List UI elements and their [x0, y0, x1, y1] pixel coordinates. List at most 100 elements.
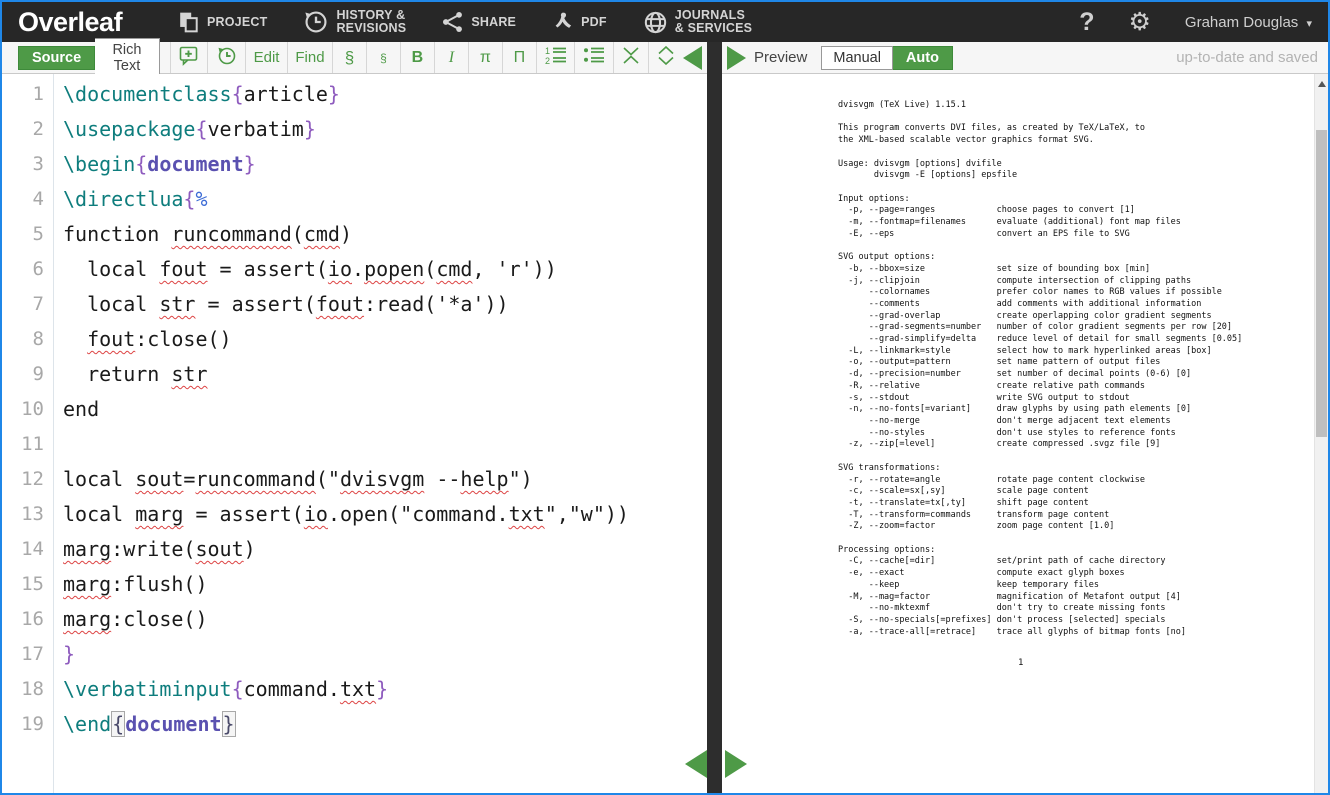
nav-history-revisions[interactable]: HISTORY & REVISIONS: [303, 9, 406, 35]
line-number: 6: [2, 252, 44, 287]
code-line[interactable]: }: [63, 637, 707, 672]
compile-status: up-to-date and saved: [1176, 49, 1328, 66]
section-label: §: [345, 48, 354, 68]
code-line[interactable]: \end{document}: [63, 707, 707, 742]
line-number: 7: [2, 287, 44, 322]
code-line[interactable]: marg:write(sout): [63, 532, 707, 567]
code-line[interactable]: return str: [63, 357, 707, 392]
numbered-list-icon: 1 2: [545, 46, 567, 69]
rich-text-button[interactable]: Rich Text: [95, 38, 160, 78]
editor-pane: Source Rich Text: [2, 42, 707, 793]
code-line[interactable]: \verbatiminput{command.txt}: [63, 672, 707, 707]
line-number: 15: [2, 567, 44, 602]
pdf-scrollbar[interactable]: [1314, 74, 1328, 793]
collapse-editor-icon[interactable]: [683, 46, 702, 70]
bold-label: B: [412, 49, 424, 67]
bullet-list-button[interactable]: [574, 42, 613, 73]
scrollbar-up-icon[interactable]: [1318, 81, 1326, 87]
italic-button[interactable]: I: [434, 42, 468, 73]
pane-divider[interactable]: [707, 42, 722, 793]
code-line[interactable]: marg:flush(): [63, 567, 707, 602]
track-changes-button[interactable]: [207, 42, 245, 73]
chevron-down-icon: ▾: [1306, 18, 1312, 30]
pdf-page-number: 1: [1018, 658, 1023, 668]
expand-icon: [657, 46, 675, 69]
find-button[interactable]: Find: [287, 42, 332, 73]
display-math-button[interactable]: Π: [502, 42, 536, 73]
code-line[interactable]: \usepackage{verbatim}: [63, 112, 707, 147]
pdf-viewer[interactable]: dvisvgm (TeX Live) 1.15.1 This program c…: [722, 74, 1328, 793]
line-number: 14: [2, 532, 44, 567]
display-math-label: Π: [514, 49, 526, 67]
code-line[interactable]: local str = assert(fout:read('*a')): [63, 287, 707, 322]
inline-math-button[interactable]: π: [468, 42, 502, 73]
code-line[interactable]: marg:close(): [63, 602, 707, 637]
overleaf-logo[interactable]: Overleaf: [18, 7, 136, 38]
nav-pdf-label: PDF: [581, 16, 607, 29]
auto-button[interactable]: Auto: [893, 46, 953, 70]
nav-history-label: HISTORY & REVISIONS: [336, 9, 406, 35]
line-number: 8: [2, 322, 44, 357]
collapse-editor-bottom-icon[interactable]: [685, 750, 707, 778]
code-line[interactable]: end: [63, 392, 707, 427]
fold-all-button[interactable]: [613, 42, 648, 73]
code-line[interactable]: local fout = assert(io.popen(cmd, 'r')): [63, 252, 707, 287]
line-number: 12: [2, 462, 44, 497]
code-line[interactable]: \documentclass{article}: [63, 77, 707, 112]
help-icon[interactable]: ?: [1079, 8, 1094, 37]
main-split: Source Rich Text: [2, 42, 1328, 793]
bullet-list-icon: [583, 46, 605, 69]
code-line[interactable]: local sout=runcommand("dvisvgm --help"): [63, 462, 707, 497]
code-line[interactable]: \begin{document}: [63, 147, 707, 182]
numbered-list-button[interactable]: 1 2: [536, 42, 575, 73]
comment-plus-icon: [179, 46, 200, 70]
nav-share-label: SHARE: [471, 16, 516, 29]
line-number: 11: [2, 427, 44, 462]
editor-toolbar: Source Rich Text: [2, 42, 707, 74]
project-icon: [178, 11, 200, 33]
nav-share[interactable]: SHARE: [442, 11, 516, 33]
expand-preview-icon[interactable]: [727, 46, 746, 70]
section-button[interactable]: §: [332, 42, 366, 73]
line-number: 1: [2, 77, 44, 112]
code-line[interactable]: fout:close(): [63, 322, 707, 357]
bold-button[interactable]: B: [400, 42, 434, 73]
code-line[interactable]: \directlua{%: [63, 182, 707, 217]
preview-toolbar-left: Preview Manual Auto: [722, 42, 953, 73]
line-number: 4: [2, 182, 44, 217]
share-icon: [442, 11, 464, 33]
nav-pdf[interactable]: PDF: [552, 11, 607, 33]
line-number: 10: [2, 392, 44, 427]
gutter: 12345678910111213141516171819: [2, 74, 54, 793]
history-icon: [303, 9, 329, 35]
code-editor[interactable]: 12345678910111213141516171819 \documentc…: [2, 74, 707, 793]
expand-preview-bottom-icon[interactable]: [725, 750, 747, 778]
top-navbar: Overleaf PROJECT: [2, 2, 1328, 42]
edit-label: Edit: [254, 49, 280, 66]
nav-project[interactable]: PROJECT: [178, 11, 267, 33]
line-number: 13: [2, 497, 44, 532]
nav-journals-services[interactable]: JOURNALS & SERVICES: [643, 9, 753, 35]
code-lines[interactable]: \documentclass{article}\usepackage{verba…: [54, 74, 707, 793]
user-name: Graham Douglas: [1185, 14, 1298, 31]
scrollbar-thumb[interactable]: [1316, 130, 1327, 437]
user-menu[interactable]: Graham Douglas ▾: [1185, 14, 1312, 31]
manual-button[interactable]: Manual: [821, 46, 893, 70]
source-button[interactable]: Source: [18, 46, 95, 70]
code-line[interactable]: local marg = assert(io.open("command.txt…: [63, 497, 707, 532]
mode-toggle: Source Rich Text: [18, 45, 160, 70]
pdf-icon: [552, 11, 574, 33]
gear-icon[interactable]: ⚙: [1128, 10, 1150, 35]
line-number: 5: [2, 217, 44, 252]
unfold-all-button[interactable]: [648, 42, 683, 73]
svg-text:2: 2: [545, 56, 550, 65]
code-line[interactable]: [63, 427, 707, 462]
globe-icon: [643, 10, 668, 35]
line-number: 3: [2, 147, 44, 182]
pdf-text: dvisvgm (TeX Live) 1.15.1 This program c…: [838, 100, 1242, 638]
code-line[interactable]: function runcommand(cmd): [63, 217, 707, 252]
add-comment-button[interactable]: [170, 42, 208, 73]
subsection-button[interactable]: §: [366, 42, 400, 73]
subsection-label: §: [380, 51, 387, 65]
edit-menu-button[interactable]: Edit: [245, 42, 287, 73]
